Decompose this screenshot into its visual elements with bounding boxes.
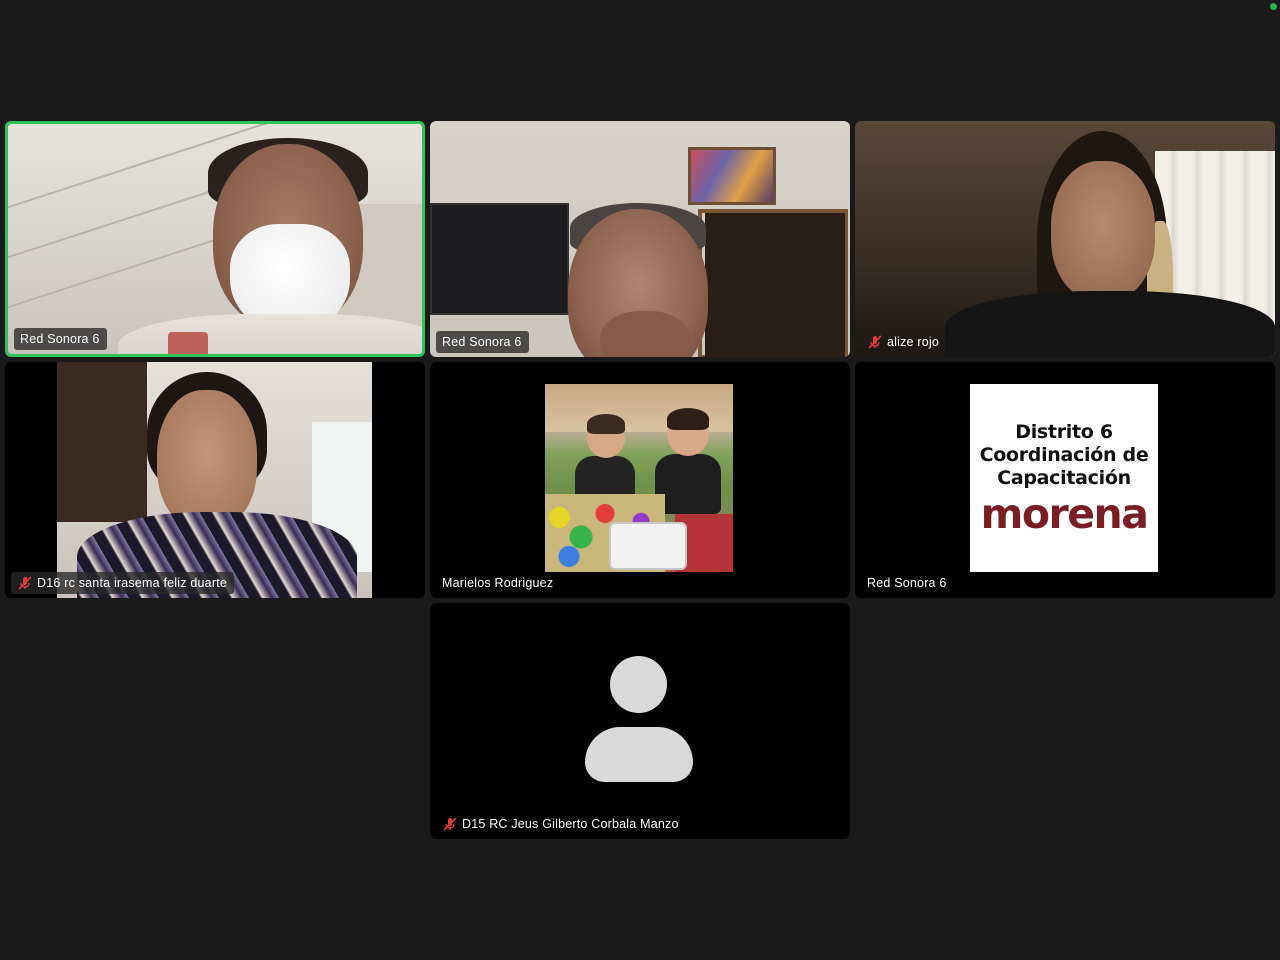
participant-profile-card: Distrito 6 Coordinación de Capacitación … xyxy=(855,362,1275,598)
participant-video xyxy=(5,362,425,598)
participant-name-label: Red Sonora 6 xyxy=(861,572,954,594)
participant-name: Red Sonora 6 xyxy=(442,335,522,349)
mic-off-icon xyxy=(868,335,882,349)
user-placeholder-icon xyxy=(610,656,667,713)
participant-name: Marielos Rodriguez xyxy=(442,576,554,590)
participant-tile-7[interactable]: D15 RC Jeus Gilberto Corbala Manzo xyxy=(430,603,850,839)
participant-name-label: Red Sonora 6 xyxy=(14,328,107,350)
card-line-coordination: Coordinación de xyxy=(979,443,1149,466)
participant-name: Red Sonora 6 xyxy=(867,576,947,590)
participant-video xyxy=(430,121,850,357)
participant-avatar-placeholder xyxy=(430,603,850,839)
participant-name-label: D15 RC Jeus Gilberto Corbala Manzo xyxy=(436,813,686,835)
participant-name-label: alize rojo xyxy=(861,331,946,353)
participant-name-label: D16 rc santa irasema feliz duarte xyxy=(11,572,235,594)
participant-name: D16 rc santa irasema feliz duarte xyxy=(37,576,228,590)
participant-tile-6[interactable]: Distrito 6 Coordinación de Capacitación … xyxy=(855,362,1275,598)
mic-off-icon xyxy=(18,576,32,590)
participant-tile-2[interactable]: Red Sonora 6 xyxy=(430,121,850,357)
participant-tile-4[interactable]: D16 rc santa irasema feliz duarte xyxy=(5,362,425,598)
participant-tile-5[interactable]: Marielos Rodriguez xyxy=(430,362,850,598)
participant-name-label: Marielos Rodriguez xyxy=(436,572,560,594)
profile-card: Distrito 6 Coordinación de Capacitación … xyxy=(970,384,1158,572)
participant-name: Red Sonora 6 xyxy=(20,332,100,346)
participant-name: alize rojo xyxy=(887,335,940,349)
user-placeholder-body xyxy=(585,727,693,782)
card-line-training: Capacitación xyxy=(997,466,1131,489)
meeting-gallery-view: Red Sonora 6 Red Sonora 6 alize rojo D16… xyxy=(0,0,1280,960)
connection-status-indicator xyxy=(1270,3,1277,10)
brand-logo-text: morena xyxy=(980,489,1149,538)
mic-off-icon xyxy=(443,817,457,831)
participant-profile-photo xyxy=(430,362,850,598)
participant-name-label: Red Sonora 6 xyxy=(436,331,529,353)
participant-tile-1[interactable]: Red Sonora 6 xyxy=(5,121,425,357)
participant-tile-3[interactable]: alize rojo xyxy=(855,121,1275,357)
card-line-district: Distrito 6 xyxy=(1015,420,1113,443)
participant-name: D15 RC Jeus Gilberto Corbala Manzo xyxy=(462,817,679,831)
participant-video xyxy=(855,121,1275,357)
participant-video xyxy=(8,124,422,354)
